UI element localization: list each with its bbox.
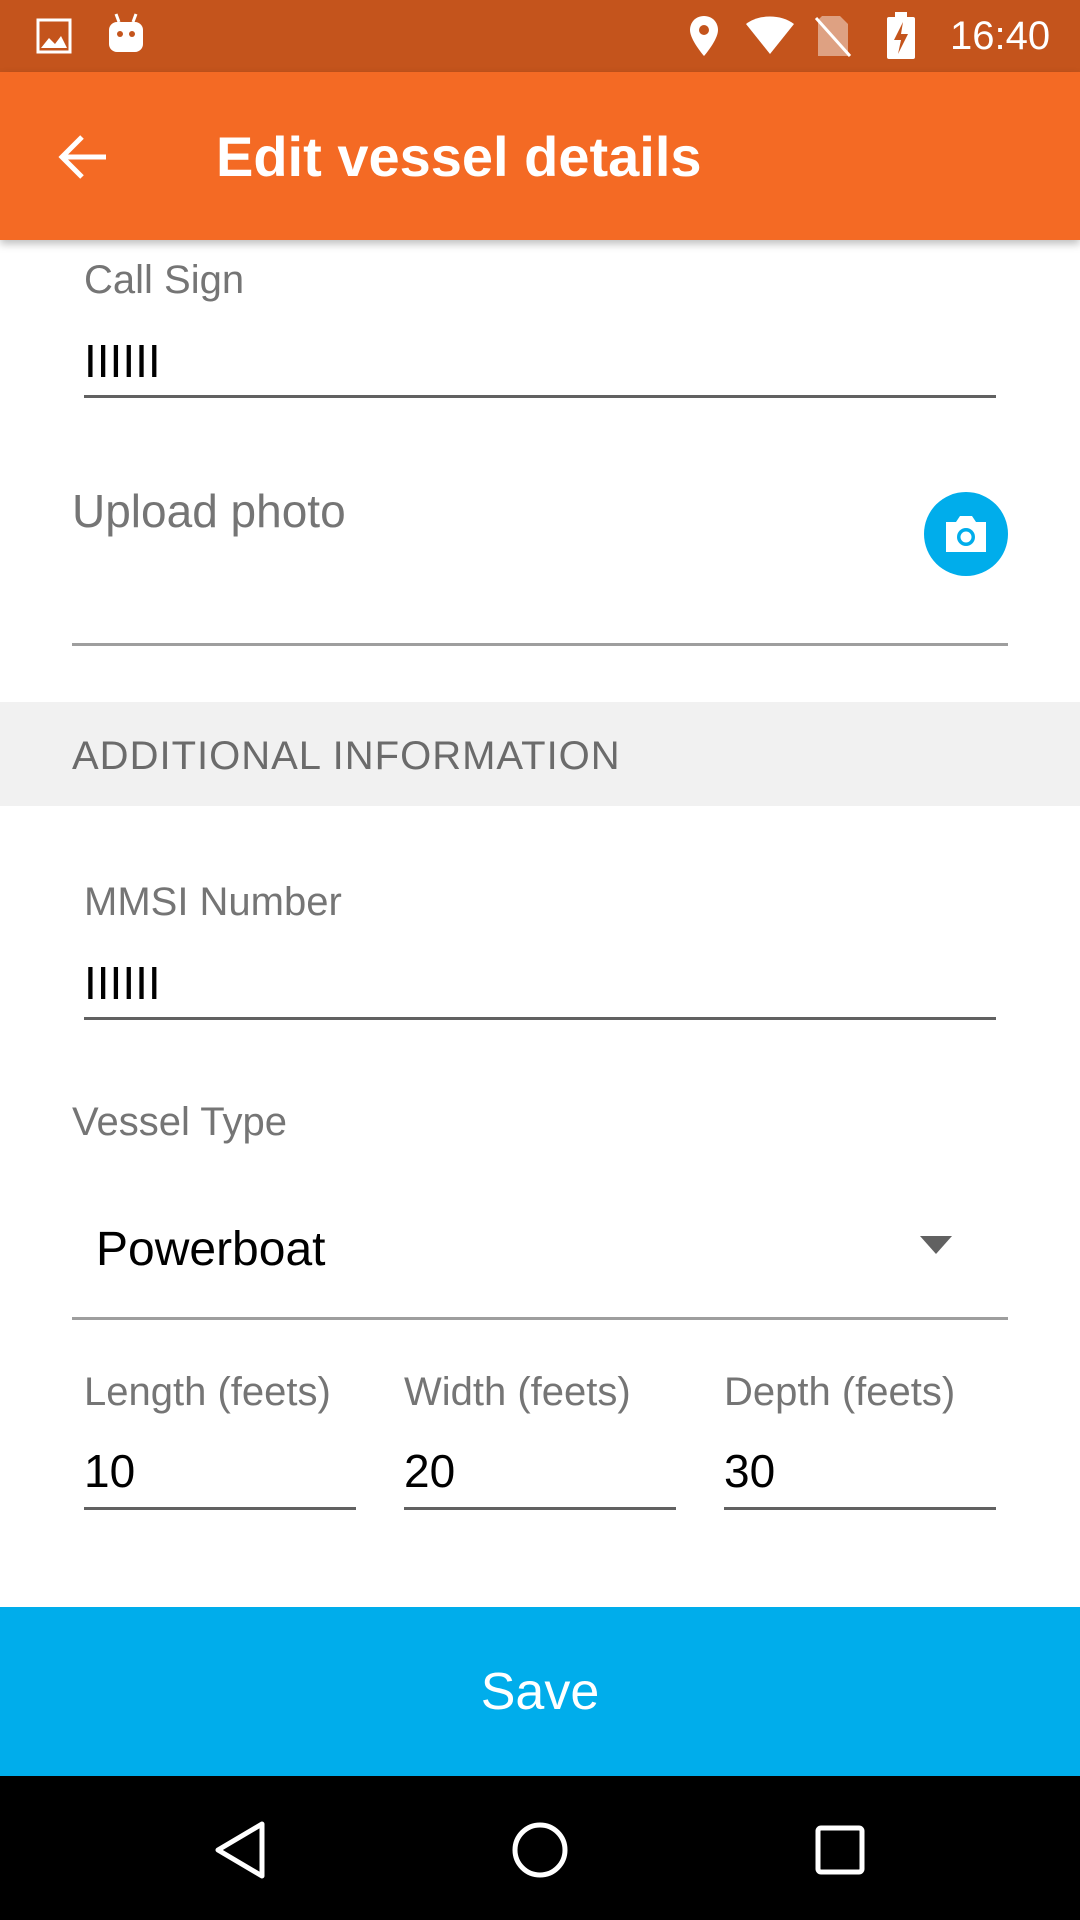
nav-home-icon[interactable]: [510, 1820, 570, 1880]
camera-icon: [946, 516, 986, 552]
vessel-type-select[interactable]: Powerboat: [72, 1210, 1008, 1320]
section-title: ADDITIONAL INFORMATION: [72, 734, 621, 778]
back-arrow-icon[interactable]: [56, 130, 110, 184]
call-sign-underline: [84, 395, 996, 398]
width-value: 20: [404, 1445, 456, 1497]
location-icon: [690, 16, 718, 56]
width-field[interactable]: 20: [404, 1440, 676, 1512]
mmsi-value: IIIIII: [84, 957, 161, 1009]
camera-button[interactable]: [924, 492, 1008, 576]
no-sim-icon: [814, 16, 852, 58]
battery-charging-icon: [887, 12, 915, 59]
upload-photo-label: Upload photo: [72, 485, 346, 537]
clock: 16:40: [950, 14, 1051, 58]
wifi-icon: [746, 16, 794, 54]
depth-value: 30: [724, 1445, 776, 1497]
mmsi-field[interactable]: IIIIII: [84, 952, 996, 1022]
depth-underline: [724, 1507, 996, 1510]
length-label: Length (feets): [84, 1370, 331, 1414]
nav-back-icon[interactable]: [212, 1820, 268, 1880]
navigation-bar: [0, 1776, 1080, 1920]
length-field[interactable]: 10: [84, 1440, 356, 1512]
width-underline: [404, 1507, 676, 1510]
android-icon: [109, 13, 143, 52]
call-sign-value: IIIIII: [84, 335, 161, 387]
section-header: ADDITIONAL INFORMATION: [0, 702, 1080, 806]
mmsi-underline: [84, 1017, 996, 1020]
dropdown-arrow-icon: [920, 1236, 952, 1254]
depth-label: Depth (feets): [724, 1370, 956, 1414]
vessel-type-value: Powerboat: [96, 1223, 326, 1276]
vessel-type-underline: [72, 1317, 1008, 1320]
status-bar: 16:40: [0, 0, 1080, 72]
mmsi-label: MMSI Number: [84, 880, 342, 924]
page-title: Edit vessel details: [216, 125, 702, 188]
nav-recents-icon[interactable]: [814, 1824, 866, 1876]
upload-photo-underline: [72, 643, 1008, 646]
save-button-label: Save: [480, 1662, 600, 1721]
call-sign-label: Call Sign: [84, 258, 245, 302]
call-sign-field[interactable]: IIIIII: [84, 330, 996, 400]
save-button[interactable]: Save: [0, 1607, 1080, 1776]
length-value: 10: [84, 1445, 136, 1497]
image-icon: [36, 18, 72, 54]
app-bar: Edit vessel details: [0, 72, 1080, 240]
depth-field[interactable]: 30: [724, 1440, 996, 1512]
vessel-type-label: Vessel Type: [72, 1100, 287, 1144]
length-underline: [84, 1507, 356, 1510]
width-label: Width (feets): [404, 1370, 631, 1414]
